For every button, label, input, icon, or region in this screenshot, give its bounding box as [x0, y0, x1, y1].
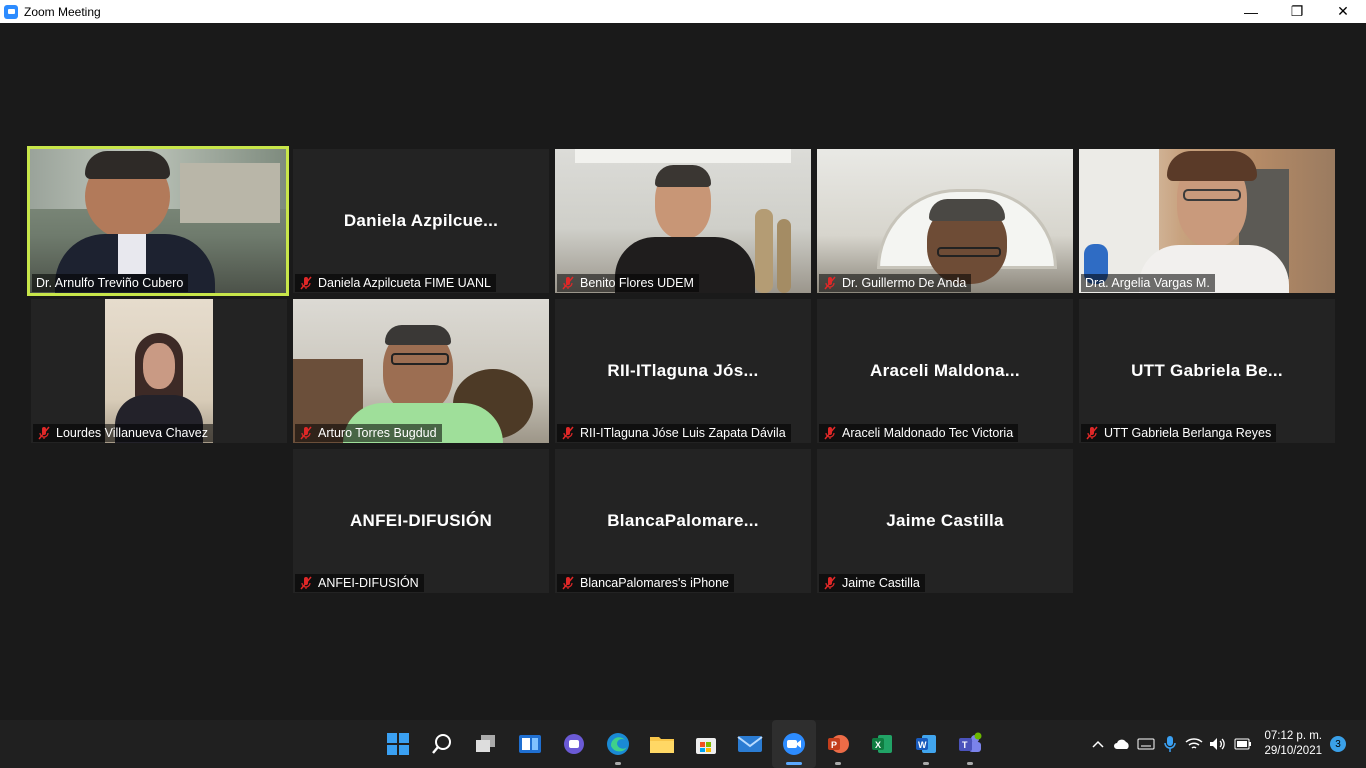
mic-muted-icon	[824, 426, 836, 440]
mail-icon[interactable]	[728, 720, 772, 768]
participant-name: UTT Gabriela Berlanga Reyes	[1081, 424, 1277, 442]
teams-icon[interactable]: T	[948, 720, 992, 768]
svg-text:X: X	[875, 740, 881, 750]
mic-muted-icon	[1086, 426, 1098, 440]
system-tray: 07:12 p. m. 29/10/2021 3	[1086, 720, 1366, 768]
participant-tile[interactable]: Arturo Torres Bugdud	[293, 299, 549, 443]
participant-display-name: Daniela Azpilcue...	[343, 211, 499, 230]
participant-tile[interactable]: ANFEI-DIFUSIÓN ANFEI-DIFUSIÓN	[293, 449, 549, 593]
store-icon[interactable]	[684, 720, 728, 768]
edge-icon[interactable]	[596, 720, 640, 768]
wifi-icon[interactable]	[1182, 720, 1206, 768]
participant-name: Daniela Azpilcueta FIME UANL	[295, 274, 496, 292]
file-explorer-icon[interactable]	[640, 720, 684, 768]
clock-time: 07:12 p. m.	[1264, 730, 1322, 742]
participant-video	[105, 299, 213, 443]
mic-muted-icon	[300, 576, 312, 590]
participant-tile[interactable]: Jaime Castilla Jaime Castilla	[817, 449, 1073, 593]
gallery-view: Dr. Arnulfo Treviño Cubero Daniela Azpil…	[0, 23, 1366, 720]
svg-text:P: P	[831, 740, 837, 750]
participant-name: Arturo Torres Bugdud	[295, 424, 442, 442]
participant-video	[555, 149, 811, 293]
zoom-app-icon	[4, 4, 18, 19]
participant-video	[30, 149, 286, 293]
mic-muted-icon	[300, 276, 312, 290]
participant-display-name: RII-ITlaguna Jós...	[607, 361, 759, 380]
participant-tile[interactable]: Benito Flores UDEM	[555, 149, 811, 293]
participant-name: Jaime Castilla	[819, 574, 925, 592]
participant-tile[interactable]: Dra. Argelia Vargas M.	[1079, 149, 1335, 293]
participant-name: Lourdes Villanueva Chavez	[33, 424, 213, 442]
notification-badge[interactable]: 3	[1330, 736, 1346, 752]
keyboard-icon[interactable]	[1134, 720, 1158, 768]
mic-muted-icon	[562, 576, 574, 590]
mic-muted-icon	[824, 276, 836, 290]
participant-tile[interactable]: Dr. Guillermo De Anda	[817, 149, 1073, 293]
zoom-icon[interactable]	[772, 720, 816, 768]
participant-tile[interactable]: Lourdes Villanueva Chavez	[31, 299, 287, 443]
widgets-icon[interactable]	[508, 720, 552, 768]
excel-icon[interactable]: X	[860, 720, 904, 768]
mic-muted-icon	[562, 426, 574, 440]
participant-name: Dr. Guillermo De Anda	[819, 274, 972, 292]
start-icon[interactable]	[376, 720, 420, 768]
minimize-button[interactable]: —	[1228, 0, 1274, 23]
participant-display-name: BlancaPalomare...	[607, 511, 759, 530]
participant-video	[1079, 149, 1335, 293]
mic-muted-icon	[300, 426, 312, 440]
participant-tile[interactable]: BlancaPalomare... BlancaPalomares's iPho…	[555, 449, 811, 593]
clock[interactable]: 07:12 p. m. 29/10/2021	[1254, 729, 1328, 759]
participant-display-name: Araceli Maldona...	[870, 361, 1020, 380]
mic-muted-icon	[562, 276, 574, 290]
participant-video	[293, 299, 549, 443]
microphone-icon[interactable]	[1158, 720, 1182, 768]
maximize-button[interactable]: ❐	[1274, 0, 1320, 23]
mic-muted-icon	[38, 426, 50, 440]
participant-tile[interactable]: RII-ITlaguna Jós... RII-ITlaguna Jóse Lu…	[555, 299, 811, 443]
volume-icon[interactable]	[1206, 720, 1230, 768]
participant-tile[interactable]: UTT Gabriela Be... UTT Gabriela Berlanga…	[1079, 299, 1335, 443]
participant-name: ANFEI-DIFUSIÓN	[295, 574, 424, 592]
powerpoint-icon[interactable]: P	[816, 720, 860, 768]
participant-tile[interactable]: Araceli Maldona... Araceli Maldonado Tec…	[817, 299, 1073, 443]
onedrive-icon[interactable]	[1110, 720, 1134, 768]
participant-name: Benito Flores UDEM	[557, 274, 699, 292]
search-icon[interactable]	[420, 720, 464, 768]
taskbar: P X W T 07:12 p. m. 29/10/2021 3	[0, 720, 1366, 768]
title-bar: Zoom Meeting — ❐ ✕	[0, 0, 1366, 23]
participant-tile[interactable]: Daniela Azpilcue... Daniela Azpilcueta F…	[293, 149, 549, 293]
close-button[interactable]: ✕	[1320, 0, 1366, 23]
task-view-icon[interactable]	[464, 720, 508, 768]
battery-icon[interactable]	[1230, 720, 1254, 768]
mic-muted-icon	[824, 576, 836, 590]
participant-display-name: ANFEI-DIFUSIÓN	[349, 511, 493, 530]
participant-name: Araceli Maldonado Tec Victoria	[819, 424, 1019, 442]
participant-display-name: Jaime Castilla	[886, 511, 1004, 530]
teams-chat-icon[interactable]	[552, 720, 596, 768]
participant-name: BlancaPalomares's iPhone	[557, 574, 734, 592]
word-icon[interactable]: W	[904, 720, 948, 768]
chevron-up-icon[interactable]	[1086, 720, 1110, 768]
participant-name: Dr. Arnulfo Treviño Cubero	[32, 274, 189, 292]
participant-display-name: UTT Gabriela Be...	[1131, 361, 1283, 380]
participant-name: RII-ITlaguna Jóse Luis Zapata Dávila	[557, 424, 791, 442]
clock-date: 29/10/2021	[1264, 745, 1322, 757]
svg-text:T: T	[962, 740, 968, 750]
window-title: Zoom Meeting	[24, 4, 101, 19]
participant-name: Dra. Argelia Vargas M.	[1081, 274, 1215, 292]
svg-text:W: W	[918, 740, 927, 750]
participant-tile[interactable]: Dr. Arnulfo Treviño Cubero	[27, 146, 289, 296]
participant-video	[817, 149, 1073, 293]
